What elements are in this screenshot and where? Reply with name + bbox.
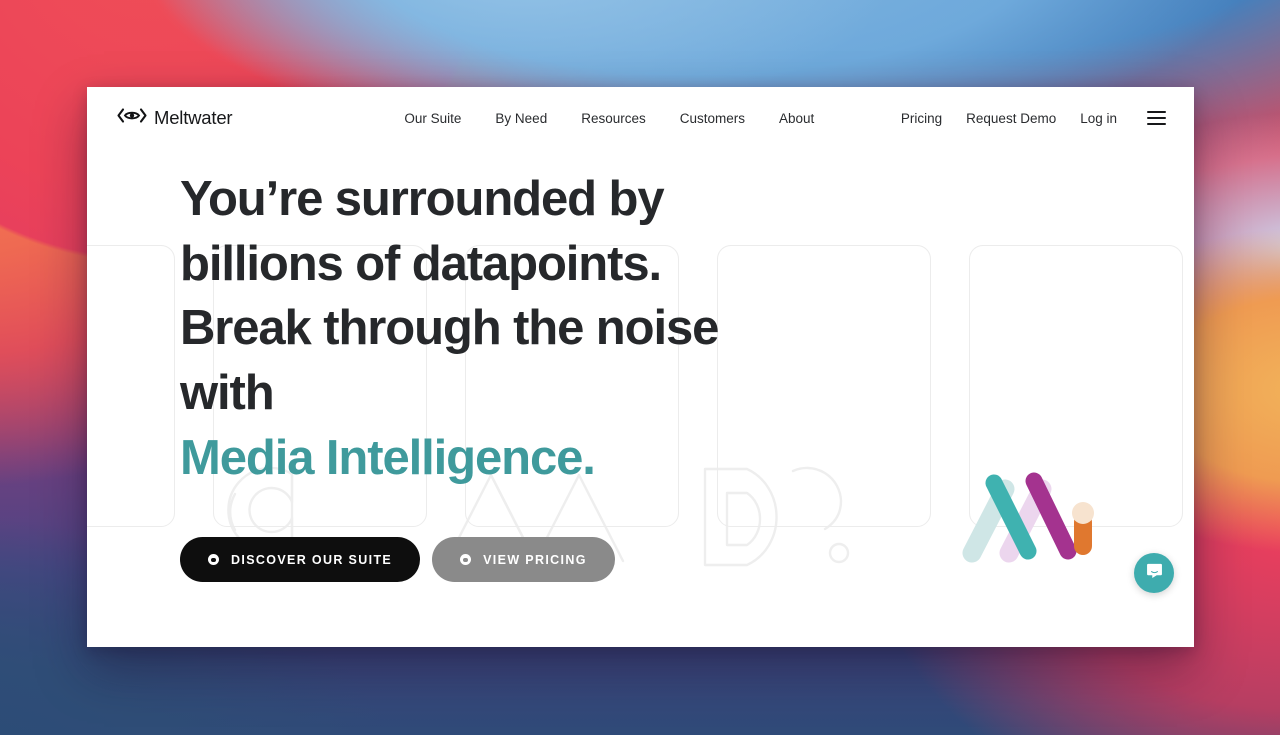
nav-item-about[interactable]: About	[779, 111, 814, 126]
headline-line-3: Break through the noise with	[180, 301, 719, 421]
nav-item-resources[interactable]: Resources	[581, 111, 646, 126]
view-pricing-label: VIEW PRICING	[483, 552, 587, 567]
utility-navigation: Pricing Request Demo Log in	[901, 111, 1166, 126]
discover-our-suite-label: DISCOVER OUR SUITE	[231, 552, 393, 567]
page-title: You’re surrounded by billions of datapoi…	[180, 167, 807, 490]
nav-item-log-in[interactable]: Log in	[1080, 111, 1117, 126]
headline-accent: Media Intelligence.	[180, 430, 596, 485]
headline-line-1: You’re surrounded by	[180, 172, 665, 226]
main-navigation: Our Suite By Need Resources Customers Ab…	[404, 111, 814, 126]
chat-launcher-button[interactable]	[1134, 553, 1174, 593]
nav-item-pricing[interactable]: Pricing	[901, 111, 942, 126]
dot-circle-icon	[460, 554, 472, 566]
view-pricing-button[interactable]: VIEW PRICING	[432, 537, 615, 583]
nav-item-by-need[interactable]: By Need	[495, 111, 547, 126]
discover-our-suite-button[interactable]: DISCOVER OUR SUITE	[180, 537, 421, 583]
hero-content: You’re surrounded by billions of datapoi…	[87, 149, 807, 583]
nav-item-request-demo[interactable]: Request Demo	[966, 111, 1056, 126]
hero-card	[969, 245, 1183, 527]
nav-item-customers[interactable]: Customers	[680, 111, 745, 126]
chat-bubble-icon	[1145, 561, 1164, 585]
mi-logo-illustration	[956, 467, 1096, 572]
hamburger-menu-icon[interactable]	[1147, 111, 1166, 125]
hero-section: You’re surrounded by billions of datapoi…	[87, 149, 1194, 647]
headline-line-2: billions of datapoints.	[180, 236, 662, 291]
dot-circle-icon	[208, 554, 219, 566]
brand-name: Meltwater	[154, 107, 233, 128]
brand-logo[interactable]: Meltwater	[117, 107, 233, 129]
nav-item-our-suite[interactable]: Our Suite	[404, 111, 461, 126]
site-header: Meltwater Our Suite By Need Resources Cu…	[87, 87, 1194, 149]
meltwater-eye-logo-icon	[117, 108, 147, 128]
browser-window: Meltwater Our Suite By Need Resources Cu…	[87, 87, 1194, 647]
hero-cta-row: DISCOVER OUR SUITE VIEW PRICING	[180, 537, 807, 583]
desktop-background: Meltwater Our Suite By Need Resources Cu…	[0, 0, 1280, 735]
